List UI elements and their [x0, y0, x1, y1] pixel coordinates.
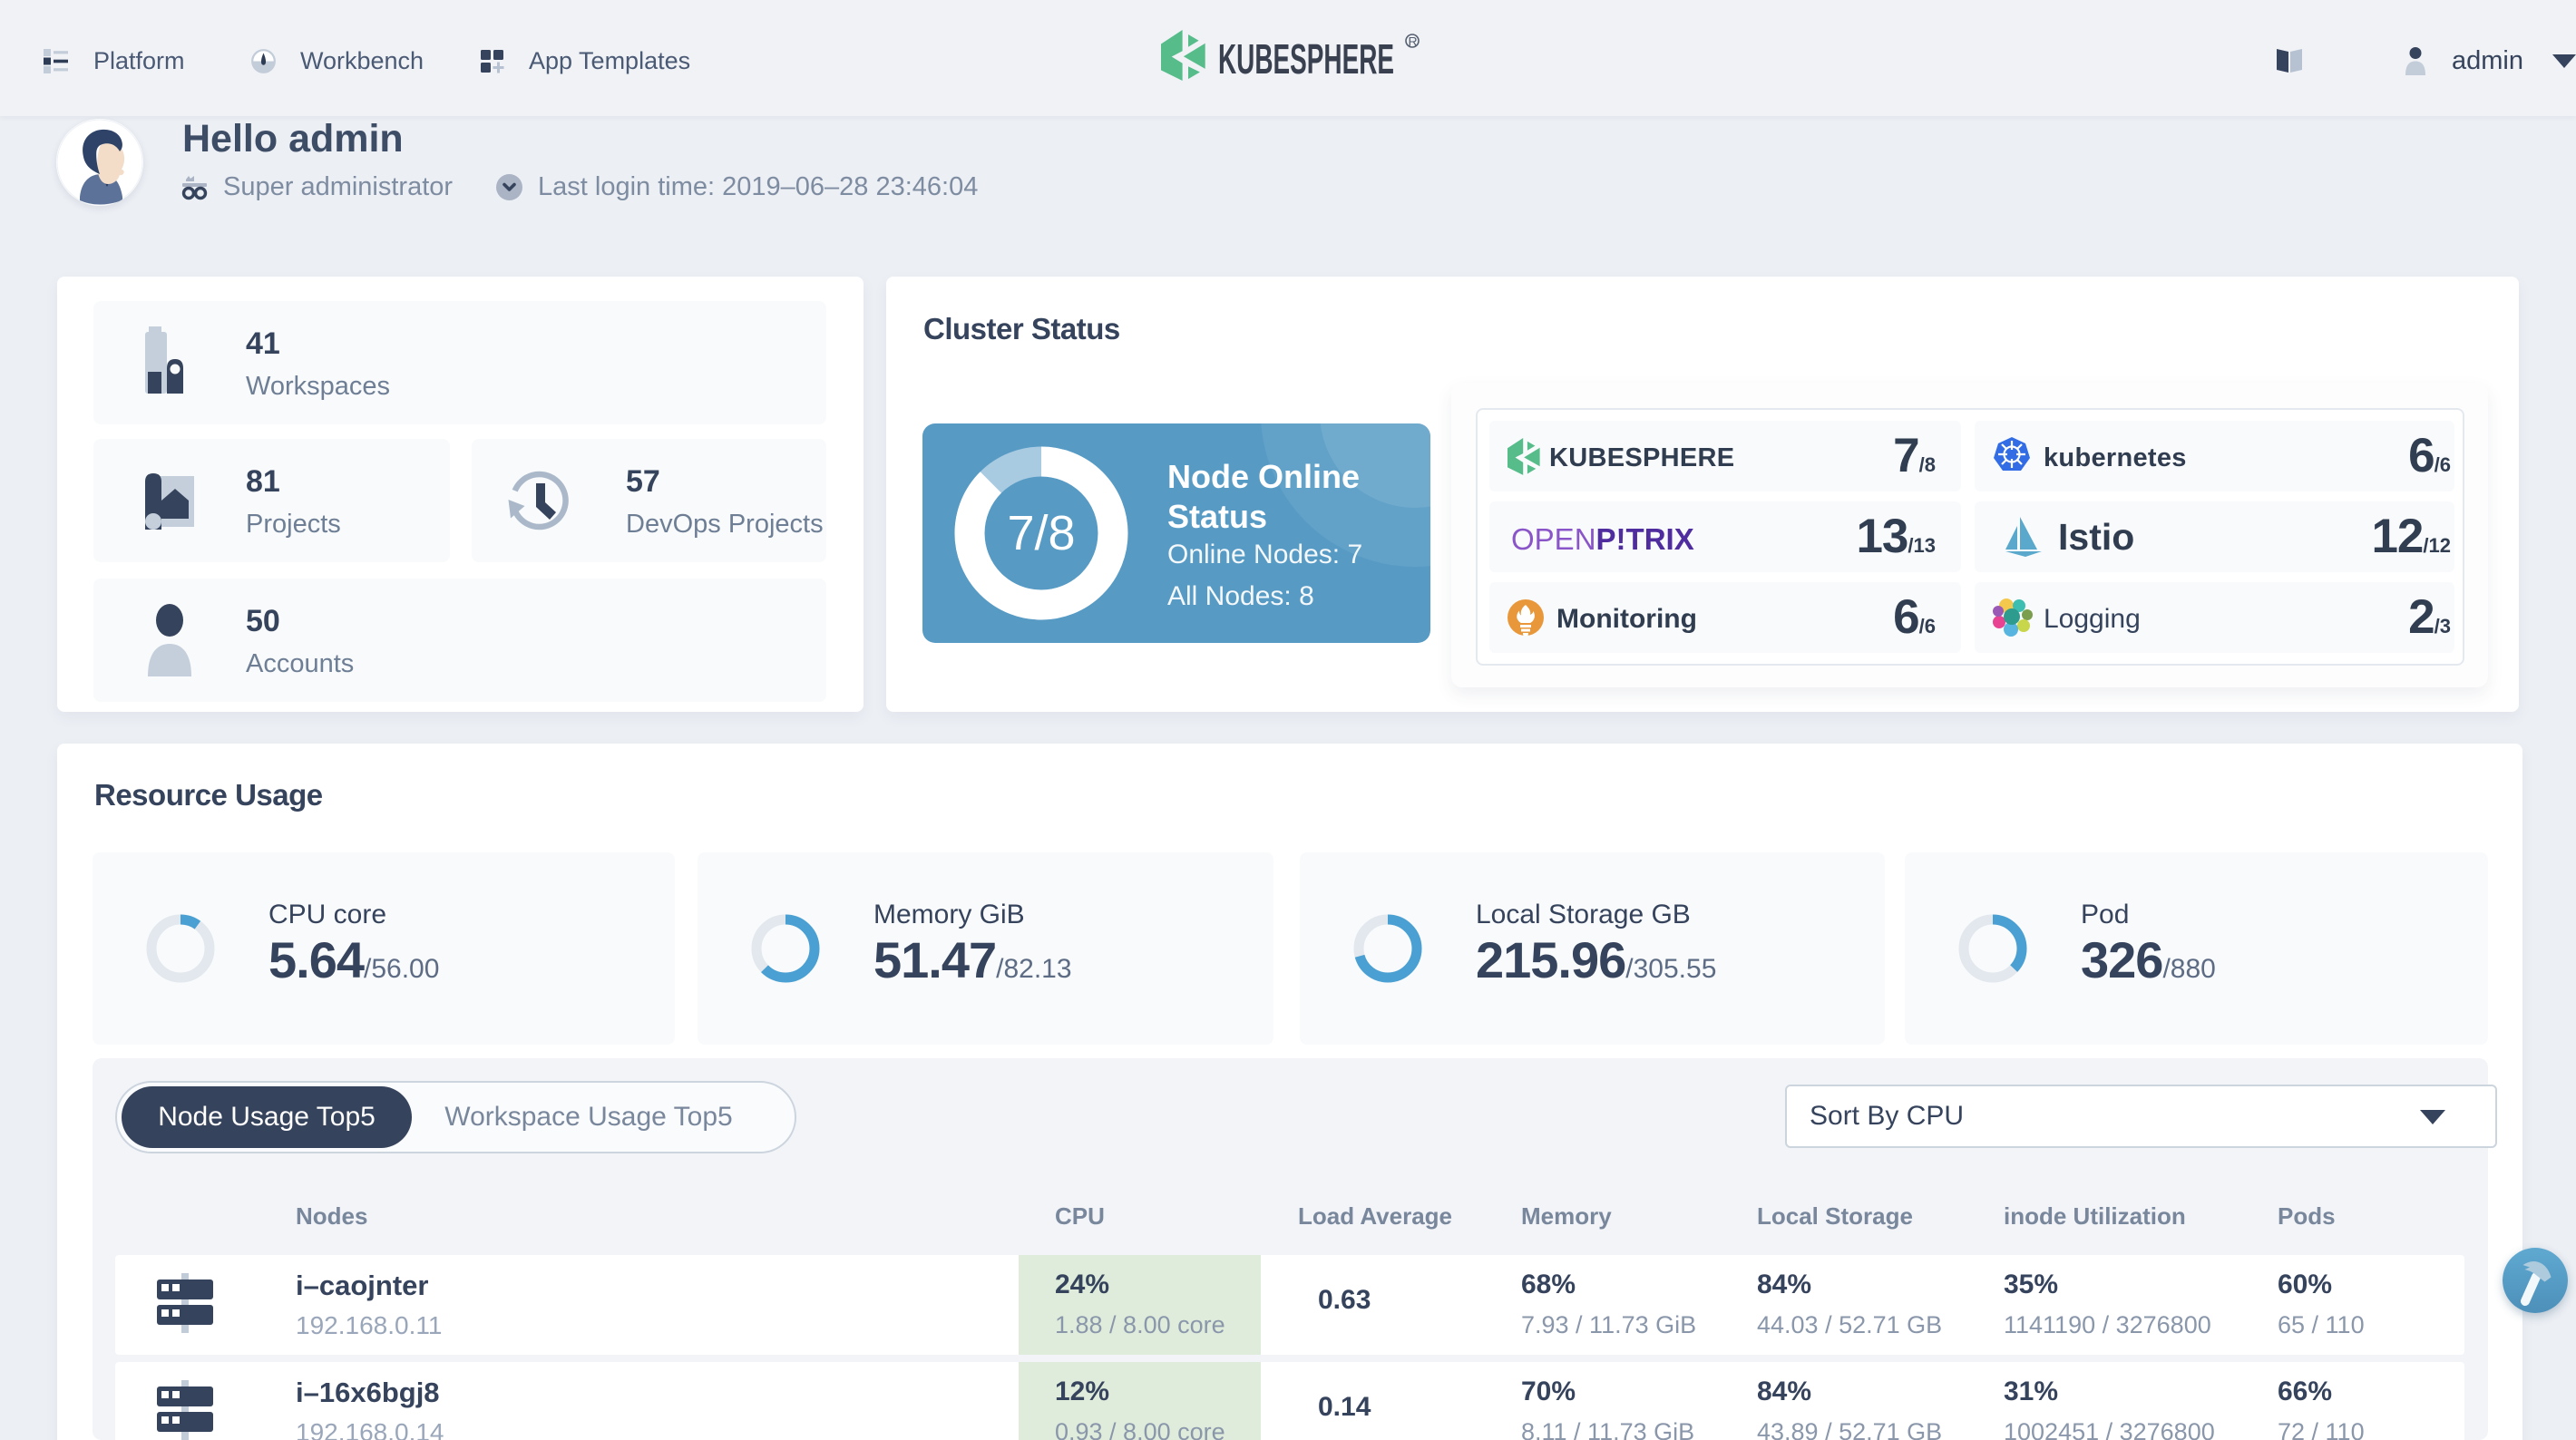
svg-text:R: R: [1409, 34, 1418, 49]
svg-text:KUBESPHERE: KUBESPHERE: [1218, 35, 1394, 83]
